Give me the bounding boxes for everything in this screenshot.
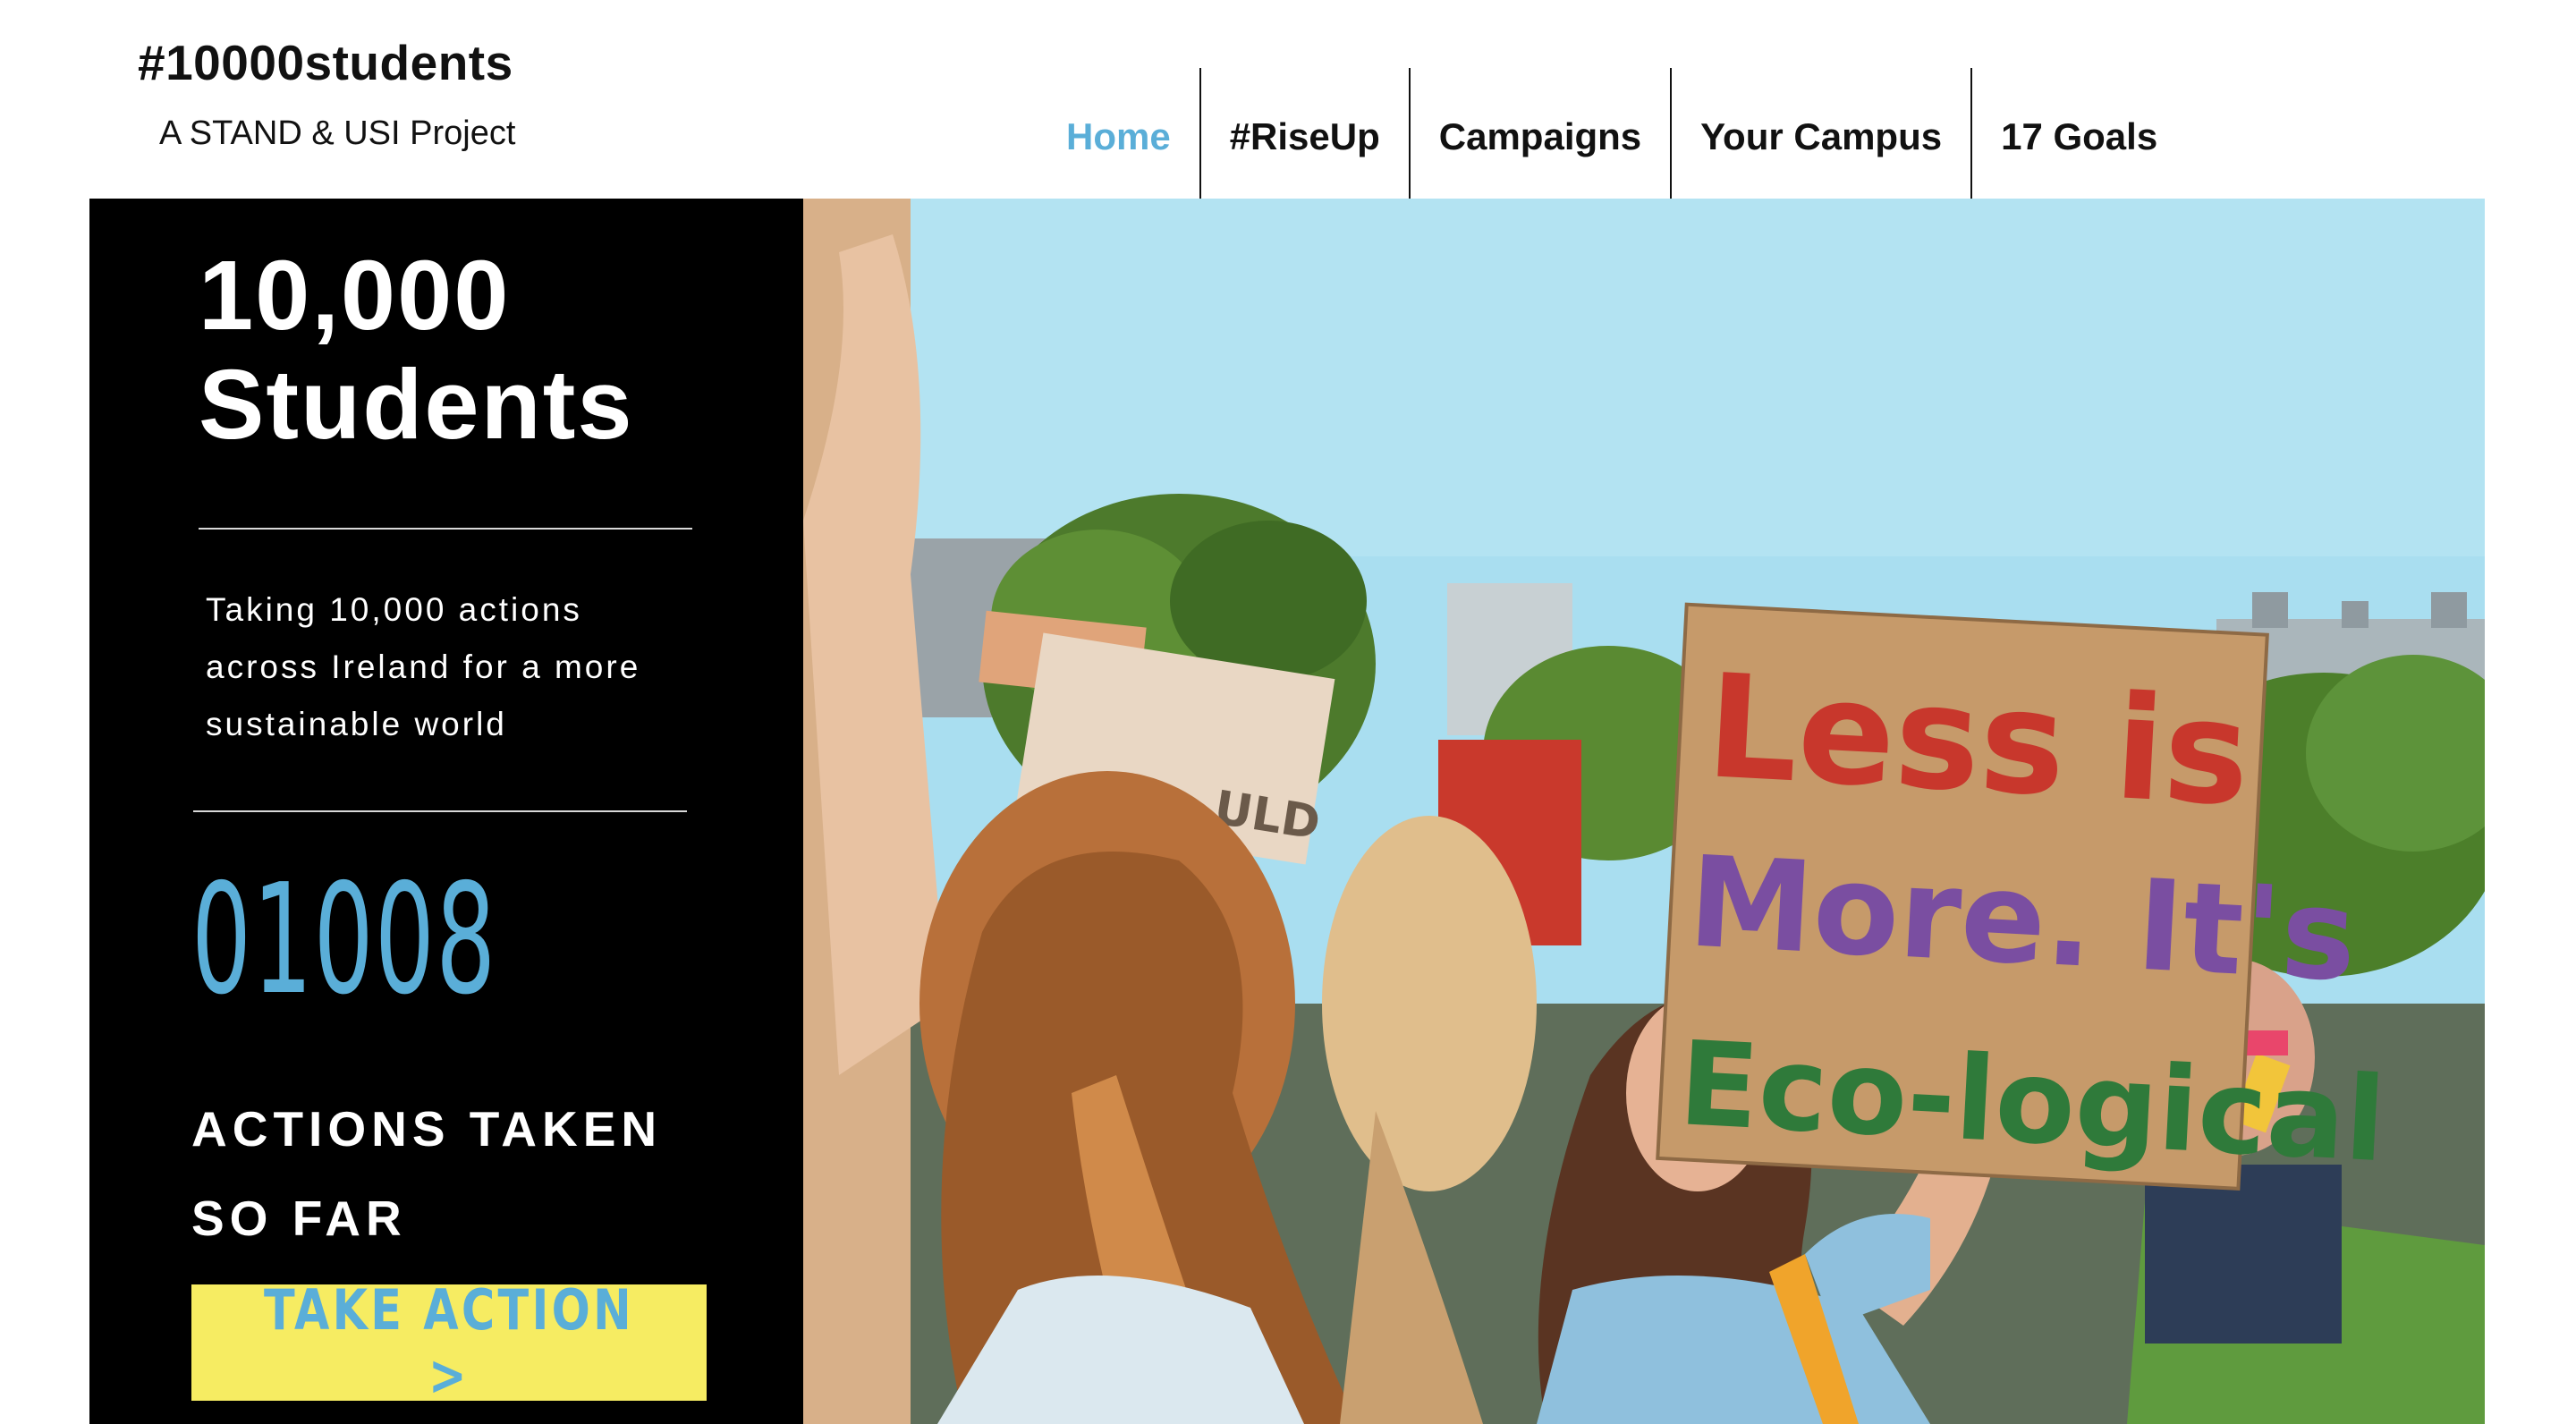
nav-item-riseup[interactable]: #RiseUp [1201, 68, 1409, 206]
actions-label-line2: SO FAR [191, 1191, 407, 1246]
tagline-line3: sustainable world [206, 706, 507, 742]
site-title[interactable]: #10000students [138, 34, 513, 91]
site-subtitle: A STAND & USI Project [159, 114, 516, 152]
divider-line [199, 528, 692, 530]
actions-counter: 01008 [191, 852, 497, 1029]
tagline-line1: Taking 10,000 actions [206, 591, 582, 628]
hero-title: 10,000 Students [199, 242, 771, 460]
nav-item-home[interactable]: Home [1038, 68, 1199, 206]
divider-line [193, 810, 687, 812]
actions-label-line1: ACTIONS TAKEN [191, 1101, 663, 1157]
hero-section: 10,000 Students Taking 10,000 actions ac… [89, 199, 2485, 1424]
nav-item-17-goals[interactable]: 17 Goals [1972, 68, 2186, 206]
actions-counter-label: ACTIONS TAKEN SO FAR [191, 1084, 764, 1263]
hero-info-panel: 10,000 Students Taking 10,000 actions ac… [89, 199, 803, 1424]
nav-item-your-campus[interactable]: Your Campus [1672, 68, 1970, 206]
tagline-line2: across Ireland for a more [206, 648, 641, 685]
sign-line1: Less is [1703, 642, 2254, 837]
hero-title-line2: Students [199, 350, 634, 460]
hero-tagline: Taking 10,000 actions across Ireland for… [206, 581, 707, 753]
main-nav: Home #RiseUp Campaigns Your Campus 17 Go… [1038, 68, 2186, 206]
hero-photo: ULD Less is More. It's Eco-logical [803, 199, 2485, 1424]
hero-title-line1: 10,000 [199, 241, 511, 351]
nav-item-campaigns[interactable]: Campaigns [1411, 68, 1670, 206]
take-action-button[interactable]: TAKE ACTION > [191, 1277, 707, 1408]
take-action-label: TAKE ACTION > [263, 1277, 634, 1408]
